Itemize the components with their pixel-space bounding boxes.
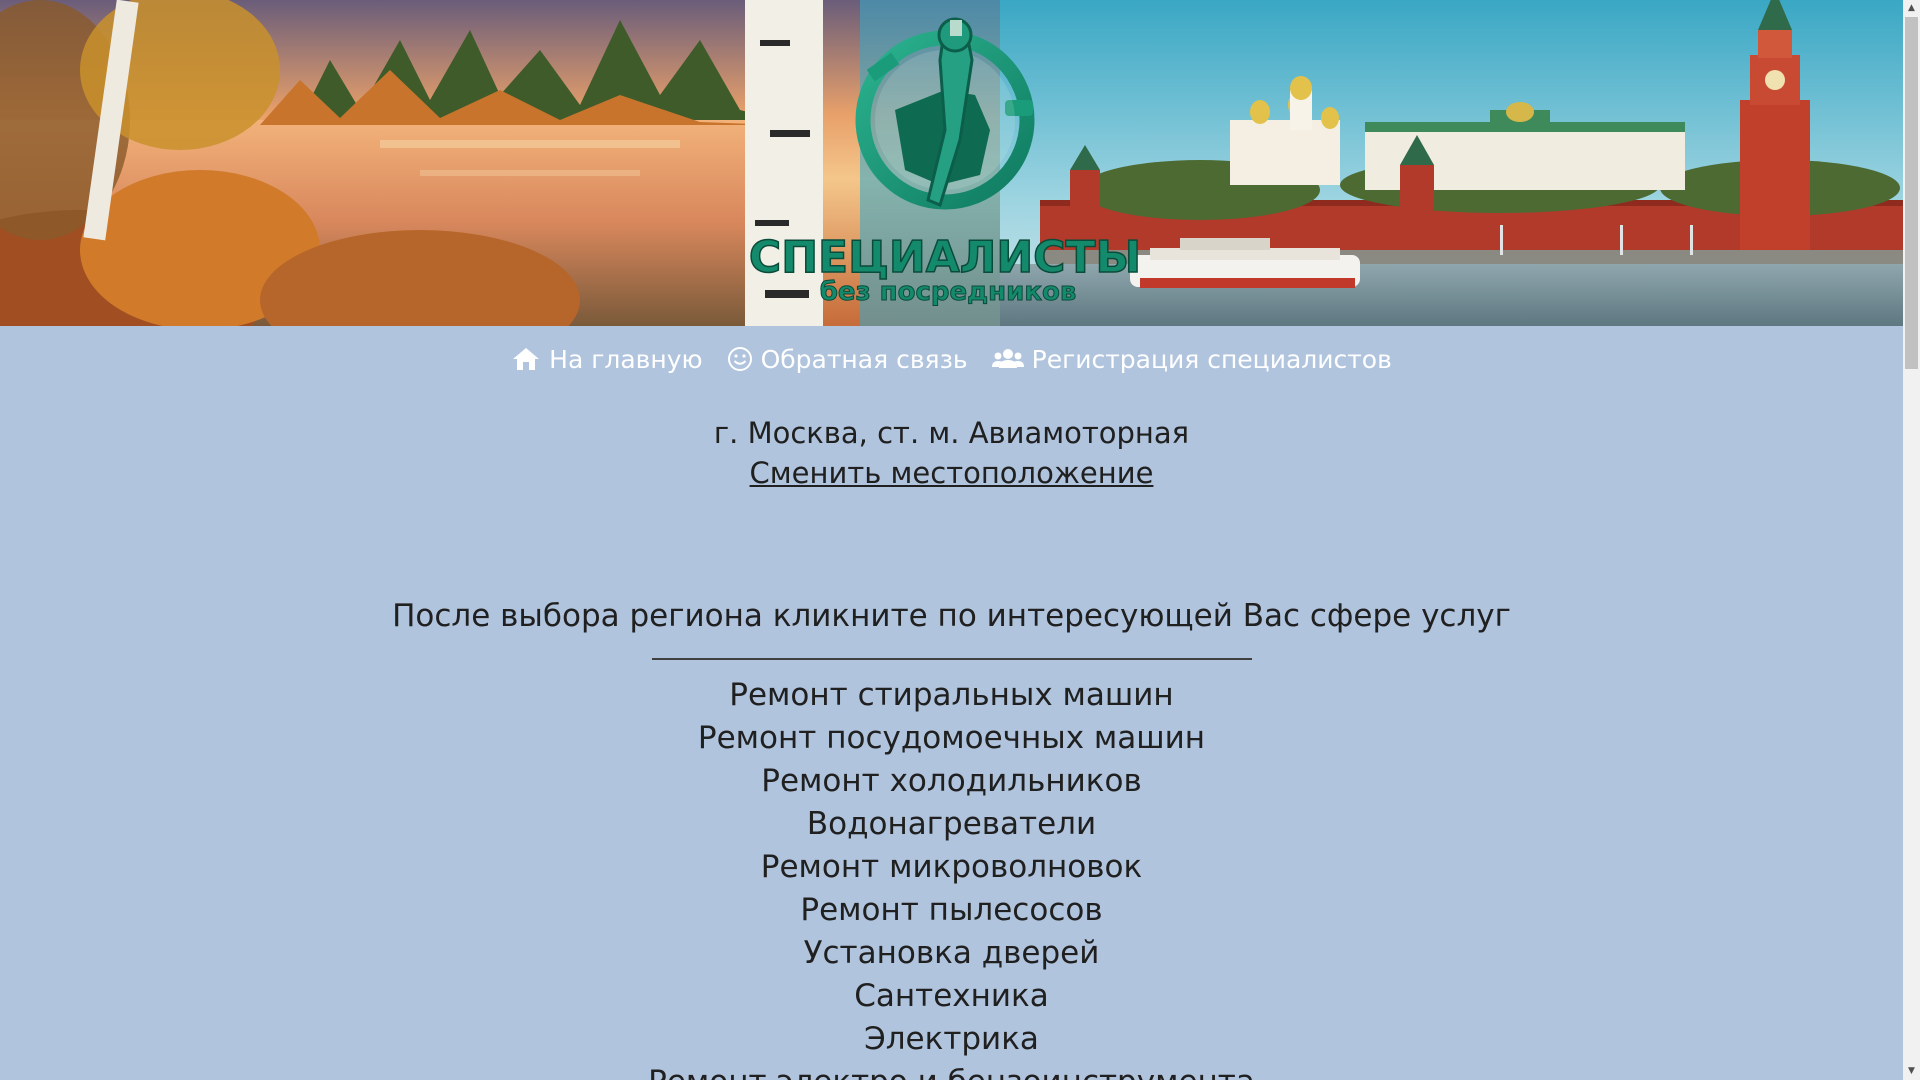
service-item-microwaves[interactable]: Ремонт микроволновок [0,846,1903,889]
change-location-link[interactable]: Сменить местоположение [750,453,1154,493]
vertical-scrollbar[interactable]: ▲ ▼ [1903,0,1920,1080]
scroll-thumb[interactable] [1905,17,1918,369]
divider [651,658,1252,660]
nav-feedback-link[interactable]: Обратная связь [727,345,968,374]
service-item-vacuum-cleaners[interactable]: Ремонт пылесосов [0,889,1903,932]
service-list: Ремонт стиральных машин Ремонт посудомое… [0,674,1903,1080]
smile-icon [727,347,752,371]
scroll-down-arrow-icon[interactable]: ▼ [1903,1063,1920,1080]
service-item-dishwashers[interactable]: Ремонт посудомоечных машин [0,717,1903,760]
service-item-electrical[interactable]: Электрика [0,1018,1903,1061]
header-banner: СПЕЦИАЛИСТЫ без посредников [0,0,1903,326]
nav-home-label: На главную [549,344,703,374]
service-item-plumbing[interactable]: Сантехника [0,975,1903,1018]
services-instruction: После выбора региона кликните по интерес… [392,598,1511,634]
page: СПЕЦИАЛИСТЫ без посредников На главную О… [0,0,1903,1080]
service-item-washing-machines[interactable]: Ремонт стиральных машин [0,674,1903,717]
logo-subtitle: без посредников [820,277,1077,307]
service-item-power-tools[interactable]: Ремонт электро и бензоинструмента [0,1061,1903,1080]
banner-image: СПЕЦИАЛИСТЫ без посредников [0,0,1903,326]
nav-feedback-label: Обратная связь [760,344,968,374]
nav-registration-link[interactable]: Регистрация специалистов [991,344,1392,374]
home-icon [513,348,540,370]
main-nav: На главную Обратная связь Регистрация сп… [0,326,1903,392]
scroll-up-arrow-icon[interactable]: ▲ [1903,0,1920,17]
current-location: г. Москва, ст. м. Авиамоторная [713,416,1190,450]
service-item-door-installation[interactable]: Установка дверей [0,932,1903,975]
logo-title: СПЕЦИАЛИСТЫ [749,232,1141,283]
service-item-refrigerators[interactable]: Ремонт холодильников [0,760,1903,803]
service-item-water-heaters[interactable]: Водонагреватели [0,803,1903,846]
users-icon [991,349,1024,368]
nav-home-link[interactable]: На главную [511,344,703,374]
location-block: г. Москва, ст. м. Авиамоторная Сменить м… [0,413,1903,493]
nav-registration-label: Регистрация специалистов [1031,344,1392,374]
